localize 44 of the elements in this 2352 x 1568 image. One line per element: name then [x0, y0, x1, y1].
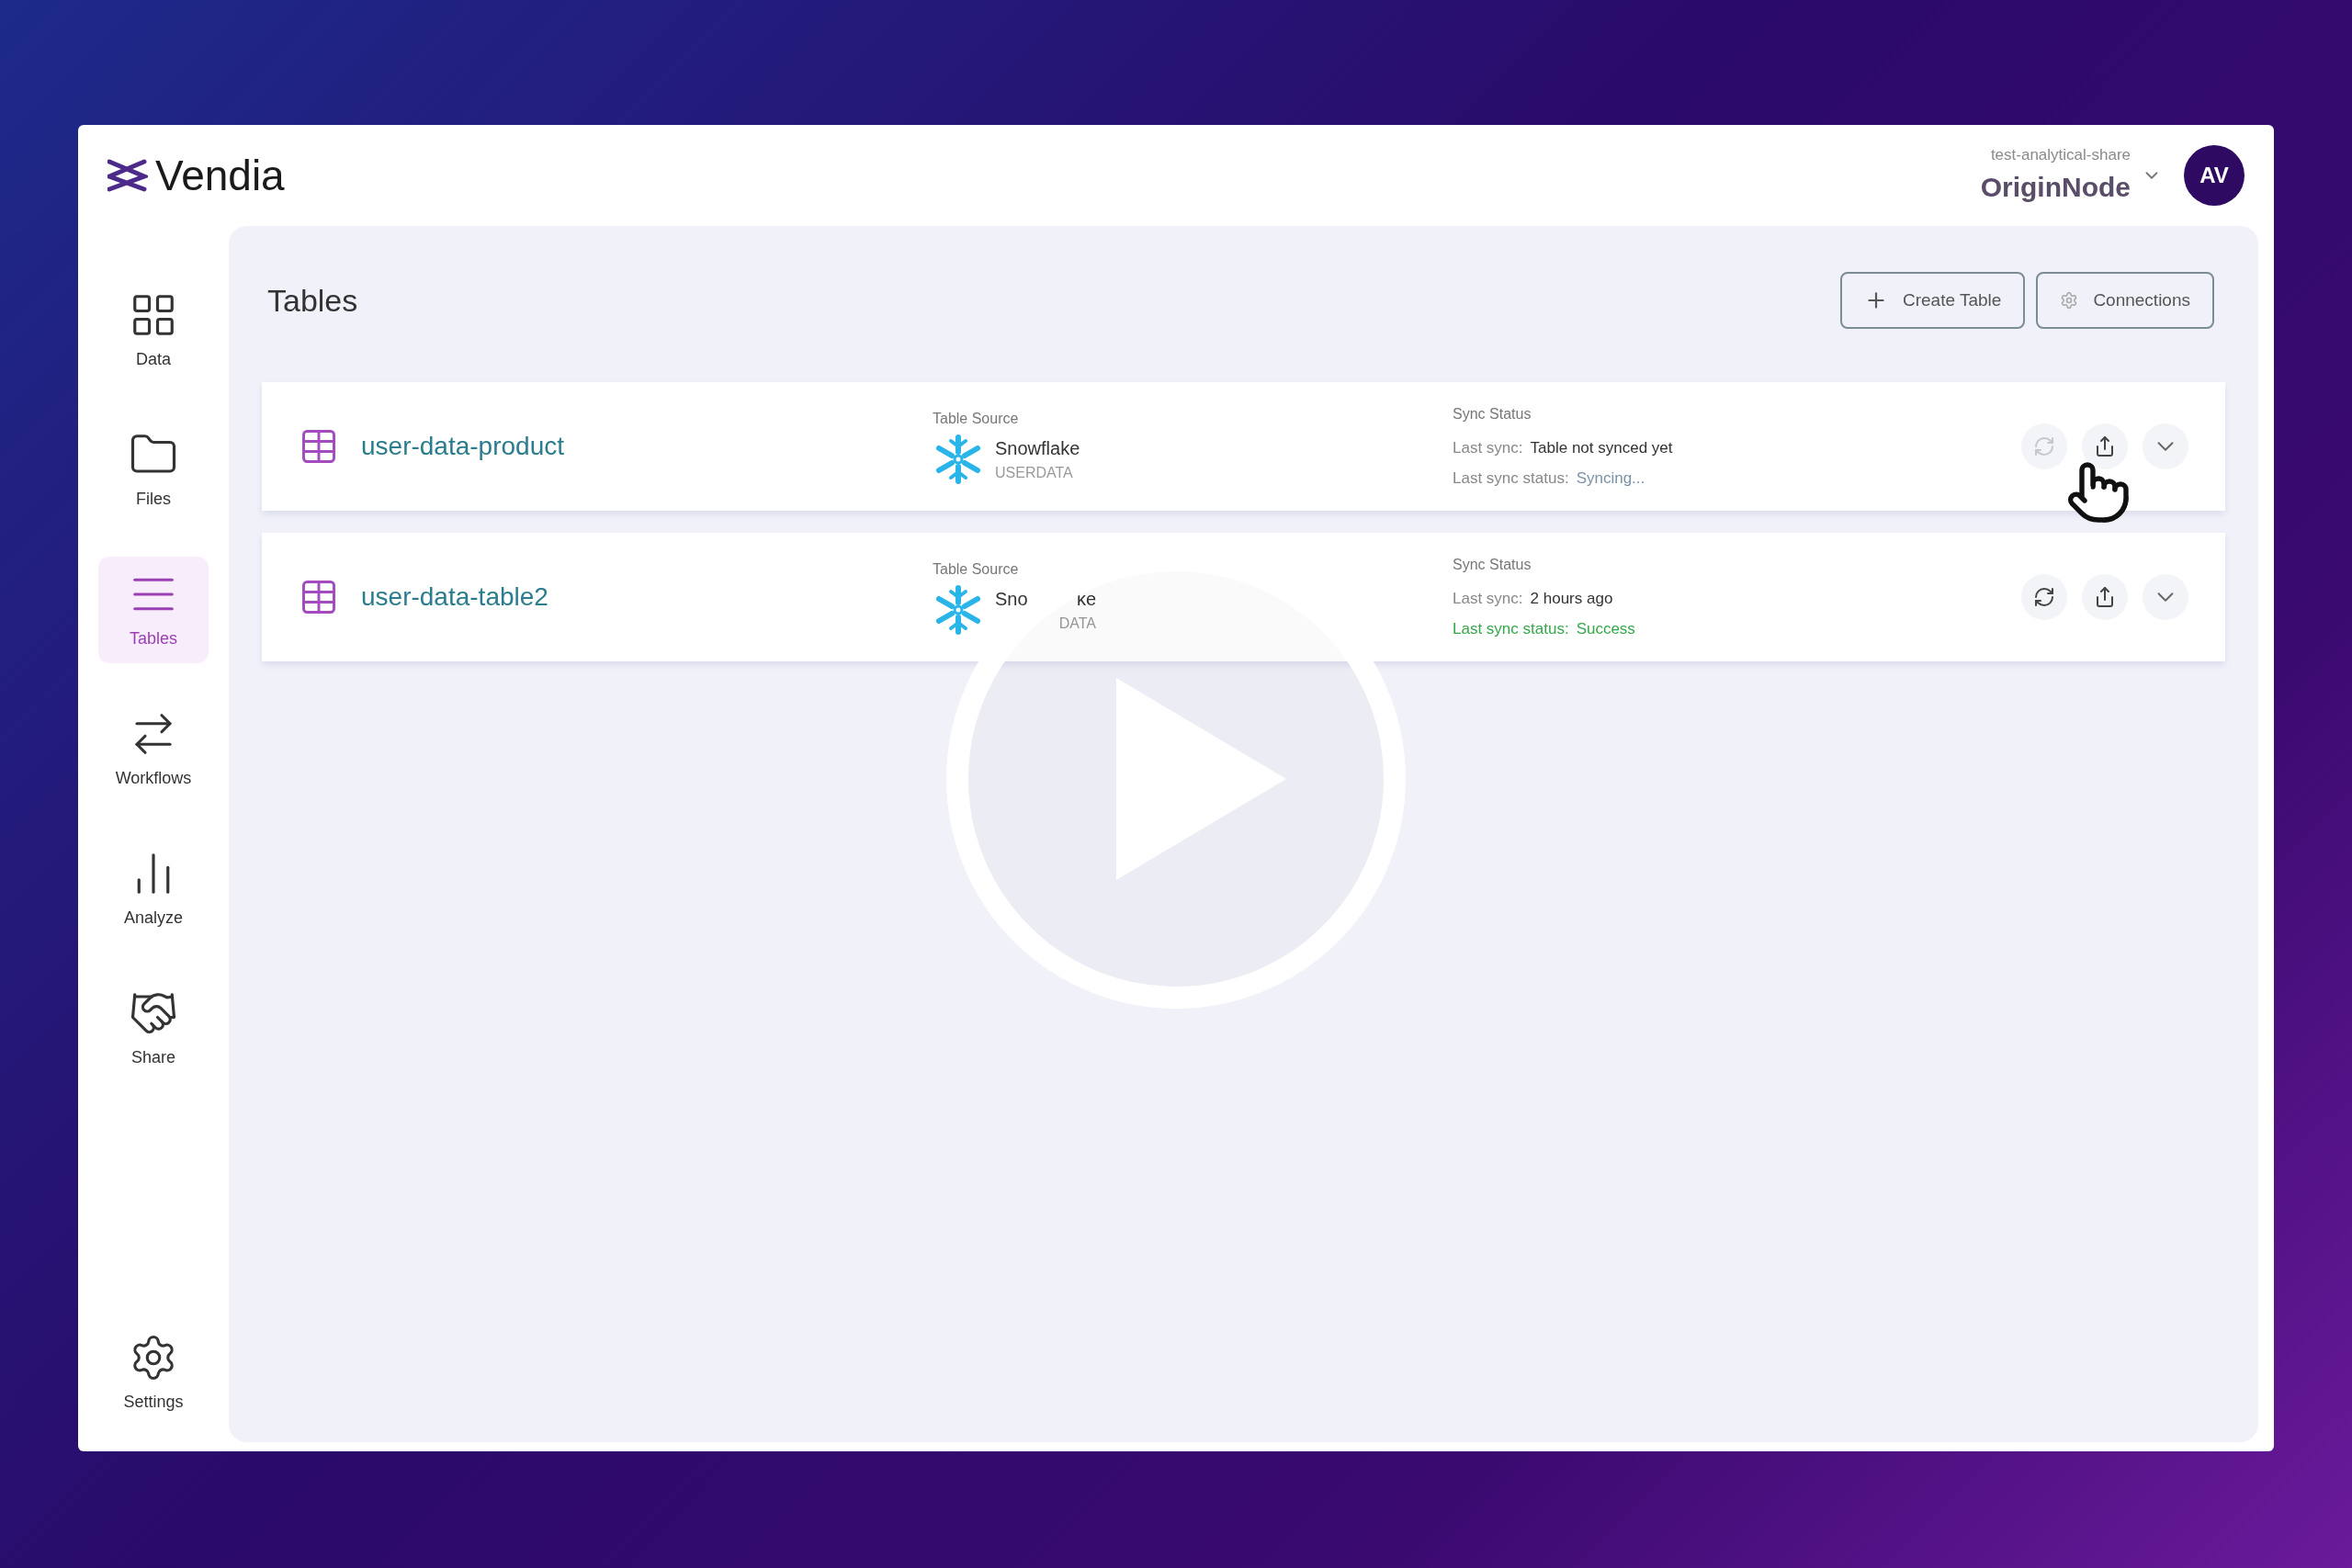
sync-icon — [2033, 586, 2055, 608]
export-button[interactable] — [2082, 423, 2128, 469]
gear-icon — [2060, 291, 2079, 310]
sync-status-value: Syncing... — [1576, 468, 1645, 489]
upload-icon — [2094, 435, 2116, 457]
source-detail: USERDATA — [995, 464, 1073, 482]
column-heading: Table Source — [933, 410, 1020, 428]
sidebar-item[interactable]: Workflows — [98, 696, 209, 803]
sidebar-item[interactable]: Data — [98, 277, 209, 384]
sync-status-label: Last sync status: — [1453, 619, 1569, 639]
source-detail: DATA — [1058, 615, 1096, 633]
last-sync-label: Last sync: — [1453, 588, 1523, 609]
sync-button[interactable] — [2021, 574, 2067, 620]
sidebar-item[interactable]: Analyze — [98, 836, 209, 942]
avatar[interactable]: AV — [2184, 145, 2245, 206]
last-sync-label: Last sync: — [1453, 437, 1523, 458]
workspace-name: test-analytical-share — [1990, 144, 2131, 165]
sidebar-item[interactable]: Share — [98, 976, 209, 1082]
expand-button[interactable] — [2143, 574, 2188, 620]
node-selector[interactable]: test-analytical-share OriginNode — [1980, 142, 2162, 209]
sync-icon — [2033, 435, 2055, 457]
last-sync-value: 2 hours ago — [1530, 588, 1613, 609]
sync-status-value: Success — [1576, 619, 1635, 639]
column-heading: Sync Status — [1453, 555, 1532, 574]
settings-item[interactable]: Settings — [123, 1333, 184, 1415]
sidebar-item[interactable]: Files — [98, 417, 209, 524]
node-name: OriginNode — [1980, 171, 2131, 205]
sync-status-label: Last sync status: — [1453, 468, 1569, 489]
source-name: Snowflake — [995, 437, 1080, 460]
source-name: Sno — [995, 588, 1028, 611]
logo-icon — [107, 158, 148, 193]
sidebar-item[interactable]: Tables — [98, 557, 209, 663]
connections-button[interactable]: Connections — [2036, 272, 2214, 329]
upload-icon — [2094, 586, 2116, 608]
table-name-link[interactable]: user-data-product — [361, 427, 564, 466]
page-title: Tables — [267, 281, 358, 320]
create-table-button[interactable]: Create Table — [1840, 272, 2026, 329]
last-sync-value: Table not synced yet — [1530, 437, 1673, 458]
column-heading: Sync Status — [1453, 404, 1532, 423]
brand-name: Vendia — [155, 150, 285, 201]
export-button[interactable] — [2082, 574, 2128, 620]
expand-button[interactable] — [2143, 423, 2188, 469]
table-name-link[interactable]: user-data-table2 — [361, 578, 548, 616]
column-heading: Table Source — [933, 560, 1020, 579]
